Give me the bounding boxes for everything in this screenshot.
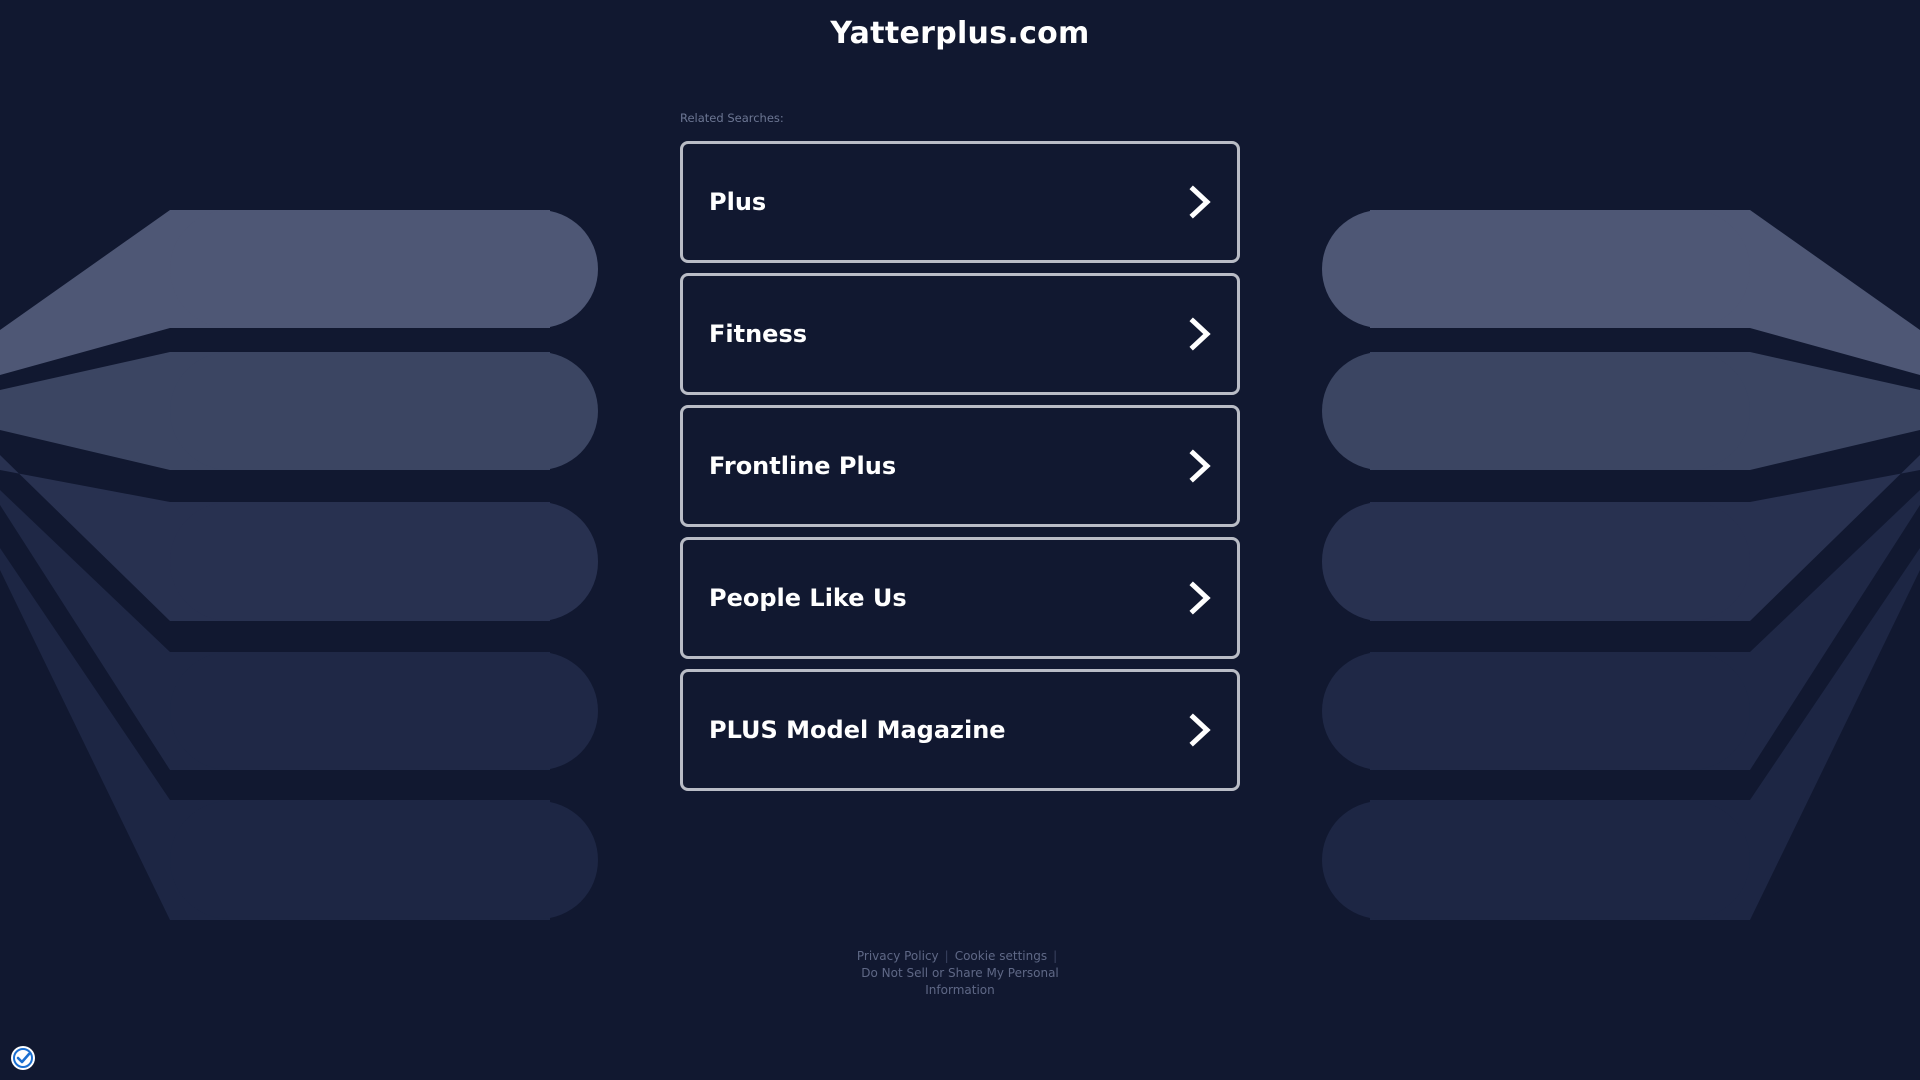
privacy-policy-link[interactable]: Privacy Policy — [857, 949, 939, 963]
related-search-label: PLUS Model Magazine — [709, 716, 1006, 744]
left-band-5-cap — [170, 801, 598, 919]
footer-separator: | — [944, 949, 949, 963]
footer: Privacy Policy | Cookie settings | Do Not S… — [0, 948, 1920, 999]
left-band-3-cap — [170, 502, 598, 621]
do-not-sell-line-2: Information — [925, 983, 995, 997]
right-band-2-cap — [1322, 352, 1750, 470]
left-band-4-cap — [170, 652, 598, 770]
right-band-4-cap — [1322, 652, 1750, 770]
shield-check-icon[interactable] — [10, 1045, 36, 1071]
chevron-right-icon — [1189, 713, 1211, 747]
footer-separator: | — [1053, 949, 1058, 963]
related-search-plus[interactable]: Plus — [680, 141, 1240, 263]
chevron-right-icon — [1189, 581, 1211, 615]
right-band-1-cap — [1322, 210, 1750, 328]
related-searches-label: Related Searches: — [680, 111, 784, 125]
left-band-2-cap — [170, 352, 598, 470]
related-search-plus-model-magazine[interactable]: PLUS Model Magazine — [680, 669, 1240, 791]
related-searches-list: Plus Fitness Frontline Plus People Like … — [680, 141, 1240, 801]
chevron-right-icon — [1189, 449, 1211, 483]
related-search-label: Frontline Plus — [709, 452, 897, 480]
do-not-sell-line-1: Do Not Sell or Share My Personal — [861, 966, 1059, 980]
parked-domain-page: Yatterplus.com Related Searches: Plus Fi… — [0, 0, 1920, 1080]
related-search-people-like-us[interactable]: People Like Us — [680, 537, 1240, 659]
domain-title: Yatterplus.com — [830, 16, 1090, 51]
footer-links-row: Privacy Policy | Cookie settings | — [0, 948, 1920, 965]
related-search-label: People Like Us — [709, 584, 907, 612]
related-search-label: Plus — [709, 188, 767, 216]
left-band-1-cap — [170, 210, 598, 328]
related-search-frontline-plus[interactable]: Frontline Plus — [680, 405, 1240, 527]
right-band-5-cap — [1322, 801, 1750, 919]
chevron-right-icon — [1189, 185, 1211, 219]
do-not-sell-link[interactable]: Do Not Sell or Share My Personal Informa… — [0, 965, 1920, 999]
chevron-right-icon — [1189, 317, 1211, 351]
right-band-3-cap — [1322, 502, 1750, 621]
related-search-label: Fitness — [709, 320, 808, 348]
related-search-fitness[interactable]: Fitness — [680, 273, 1240, 395]
cookie-settings-link[interactable]: Cookie settings — [955, 949, 1047, 963]
